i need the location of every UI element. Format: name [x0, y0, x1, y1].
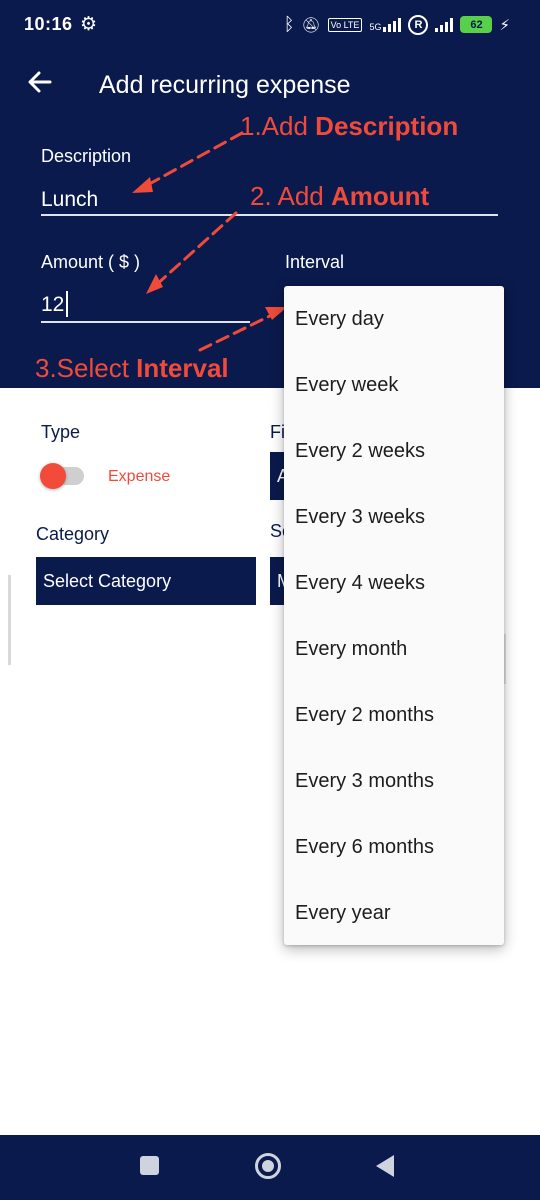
interval-option-every-week[interactable]: Every week [284, 352, 504, 418]
interval-option-every-3-months[interactable]: Every 3 months [284, 748, 504, 814]
category-select-value: Select Category [43, 571, 172, 591]
interval-option-every-year[interactable]: Every year [284, 880, 504, 946]
scroll-edge-mark [8, 575, 11, 665]
arrow-to-interval [198, 310, 280, 352]
interval-option-every-4-weeks[interactable]: Every 4 weeks [284, 550, 504, 616]
recents-square-icon[interactable] [140, 1156, 159, 1175]
interval-option-every-2-weeks[interactable]: Every 2 weeks [284, 418, 504, 484]
category-label: Category [36, 524, 110, 544]
arrow-to-description [140, 131, 244, 190]
category-select[interactable]: Select Category [36, 557, 256, 605]
type-toggle[interactable] [40, 463, 66, 489]
arrow-to-amount [153, 211, 238, 288]
interval-option-every-day[interactable]: Every day [284, 286, 504, 352]
interval-option-every-6-months[interactable]: Every 6 months [284, 814, 504, 880]
home-circle-icon[interactable] [255, 1153, 281, 1179]
type-toggle-label: Expense [108, 468, 171, 485]
interval-option-every-3-weeks[interactable]: Every 3 weeks [284, 484, 504, 550]
interval-option-every-month[interactable]: Every month [284, 616, 504, 682]
back-triangle-icon[interactable] [376, 1155, 394, 1177]
interval-option-every-2-months[interactable]: Every 2 months [284, 682, 504, 748]
type-label: Type [41, 422, 81, 442]
fi-label-partial: Fi [270, 422, 285, 442]
interval-dropdown: Every day Every week Every 2 weeks Every… [284, 286, 504, 945]
